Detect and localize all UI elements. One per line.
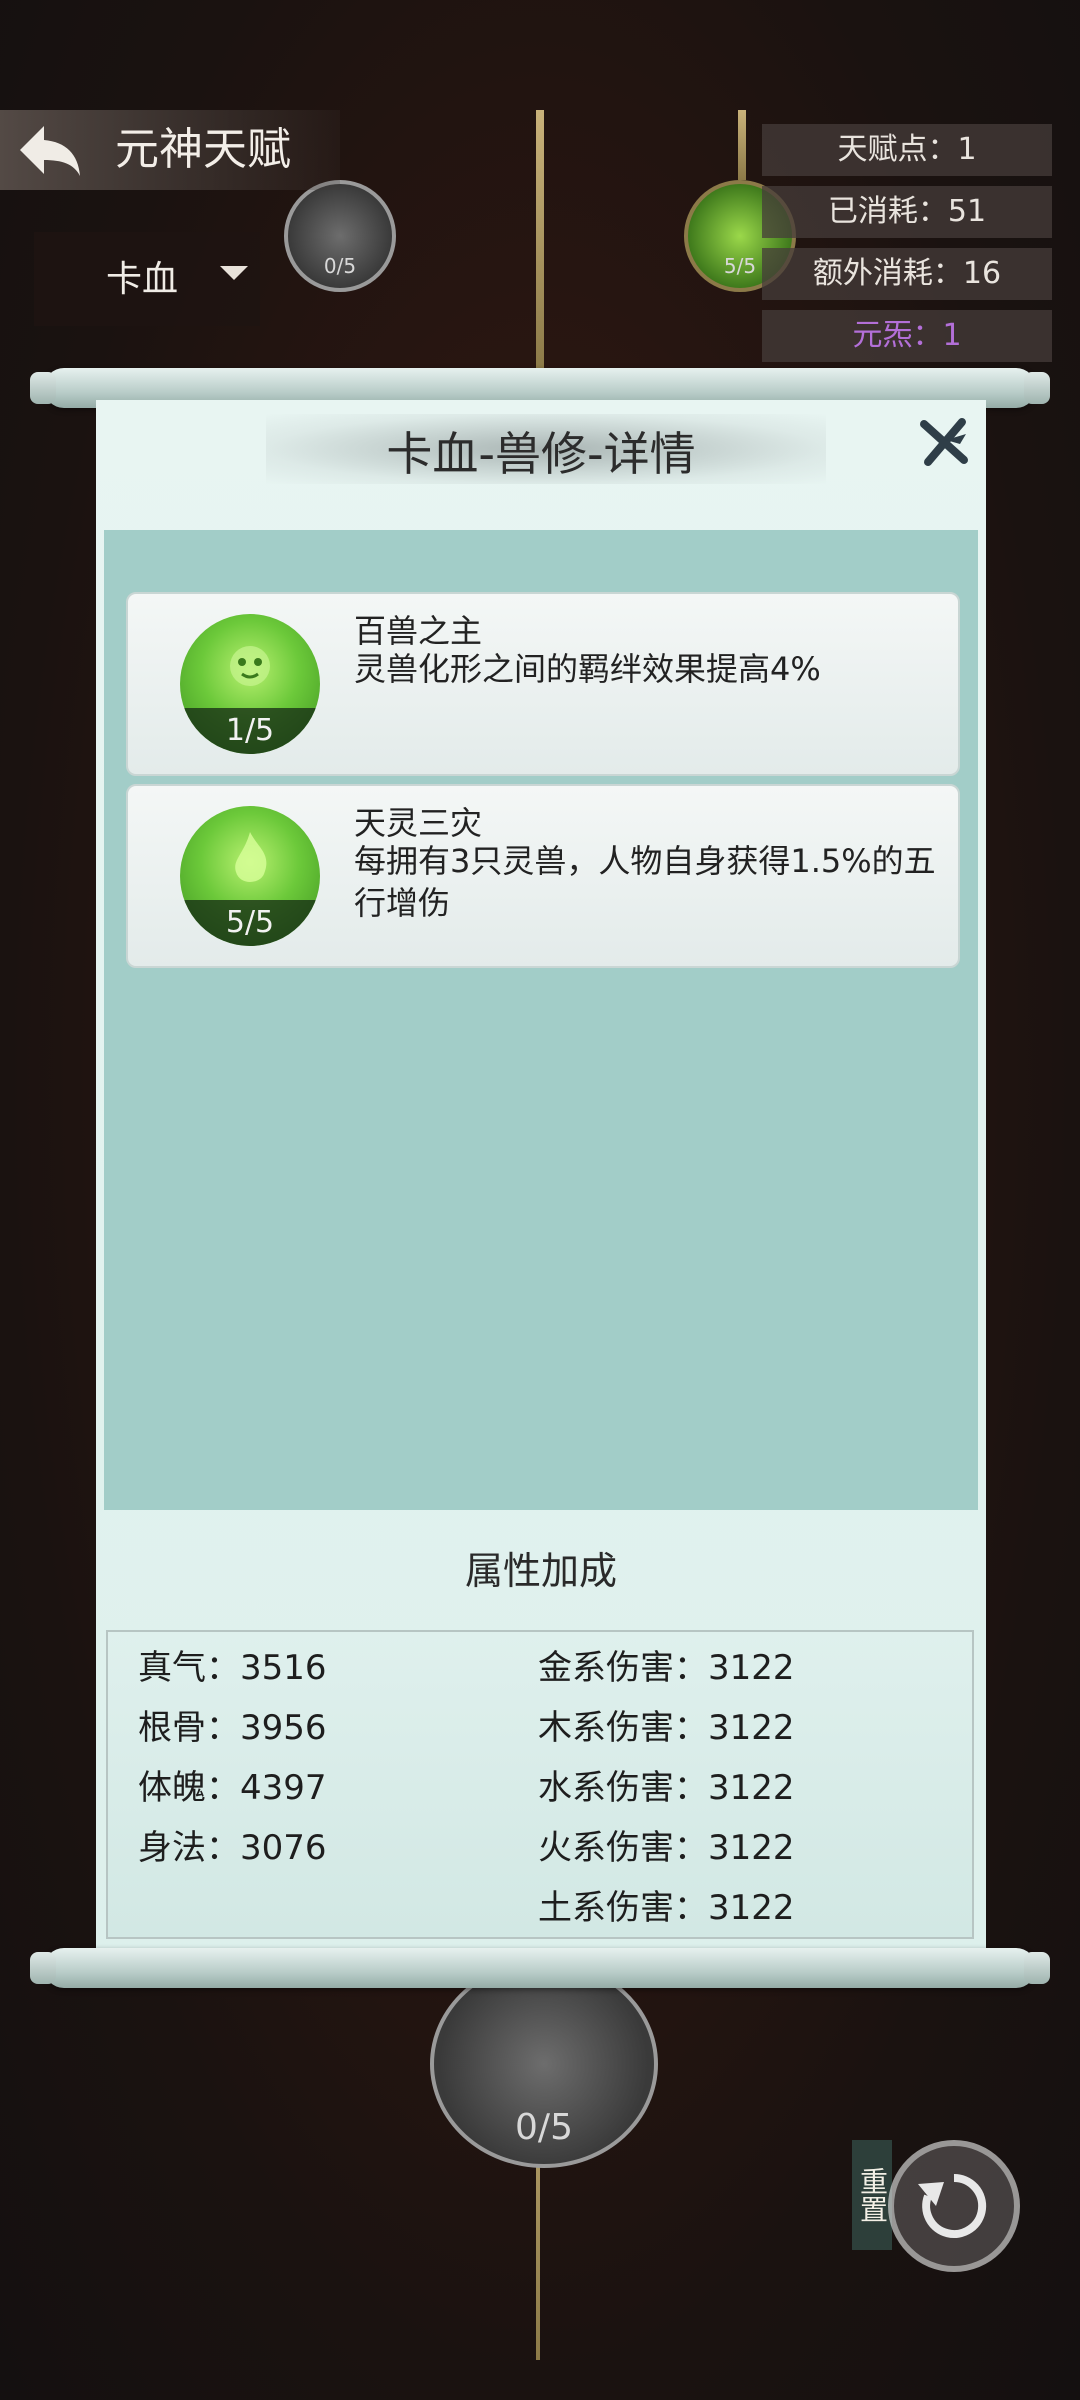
talent-node-bottom[interactable]: 0/5 (430, 1960, 658, 2168)
beast-icon: 1/5 (180, 614, 320, 754)
stat-metal-damage: 金系伤害：3122 (538, 1648, 795, 1688)
beast-glyph (230, 646, 270, 686)
stat-wood-damage: 木系伤害：3122 (538, 1708, 795, 1748)
talent-stats-panel: 天赋点：1 已消耗：51 额外消耗：16 元炁：1 (762, 124, 1052, 372)
stat-gengu: 根骨：3956 (138, 1708, 327, 1748)
talent-name: 百兽之主 (354, 612, 483, 650)
spirit-flame-icon: 5/5 (180, 806, 320, 946)
stat-fire-damage: 火系伤害：3122 (538, 1828, 795, 1868)
stat-zhenqi: 真气：3516 (138, 1648, 327, 1688)
bonus-element-damage: 金系伤害：3122 木系伤害：3122 水系伤害：3122 火系伤害：3122 … (538, 1638, 795, 1938)
reset-button[interactable] (888, 2140, 1020, 2272)
caret-down-icon (220, 266, 248, 280)
dialog-title: 卡血-兽修-详情 (386, 427, 696, 481)
extra-consumed: 额外消耗：16 (762, 248, 1052, 300)
scroll-bottom-rod (30, 1948, 1050, 1988)
back-button[interactable]: 元神天赋 (0, 110, 340, 190)
reset-label: 重置 (852, 2140, 892, 2250)
talent-description: 灵兽化形之间的羁绊效果提高4% (354, 650, 821, 688)
flame-glyph (235, 832, 267, 882)
bonus-base-stats: 真气：3516 根骨：3956 体魄：4397 身法：3076 (138, 1638, 327, 1878)
node-count: 0/5 (323, 254, 357, 278)
class-dropdown-value: 卡血 (106, 259, 179, 300)
points-consumed: 已消耗：51 (762, 186, 1052, 238)
talent-level: 5/5 (180, 900, 320, 946)
bonus-section-title: 属性加成 (464, 1549, 617, 1593)
stat-tipo: 体魄：4397 (138, 1768, 327, 1808)
reset-icon (918, 2173, 987, 2238)
tree-connector (536, 110, 544, 370)
stat-water-damage: 水系伤害：3122 (538, 1768, 795, 1808)
talent-card[interactable]: 5/5 天灵三灾 每拥有3只灵兽，人物自身获得1.5%的五行增伤 (126, 784, 960, 968)
talent-level: 1/5 (180, 708, 320, 754)
talent-card[interactable]: 1/5 百兽之主 灵兽化形之间的羁绊效果提高4% (126, 592, 960, 776)
talent-list: 1/5 百兽之主 灵兽化形之间的羁绊效果提高4% 5/5 天灵三灾 每拥有3只灵… (104, 530, 978, 1510)
talent-description: 每拥有3只灵兽，人物自身获得1.5%的五行增伤 (354, 842, 936, 922)
tree-connector (738, 110, 746, 180)
page-title: 元神天赋 (115, 124, 291, 175)
attribute-bonus-panel: 真气：3516 根骨：3956 体魄：4397 身法：3076 金系伤害：312… (106, 1630, 974, 1939)
yuanqi-count: 元炁：1 (762, 310, 1052, 362)
talent-name: 天灵三灾 (354, 804, 483, 842)
node-count: 0/5 (515, 2107, 573, 2148)
class-dropdown[interactable]: 卡血 (34, 232, 260, 326)
back-arrow-icon (20, 126, 80, 176)
talent-points: 天赋点：1 (762, 124, 1052, 176)
close-icon[interactable] (916, 414, 972, 470)
stat-earth-damage: 土系伤害：3122 (538, 1888, 795, 1928)
stat-shenfa: 身法：3076 (138, 1828, 327, 1868)
talent-node-locked[interactable]: 0/5 (284, 180, 396, 292)
talent-detail-dialog: 卡血-兽修-详情 1/5 百兽之主 灵兽化形之间的羁绊效果提高4% 5/5 天灵… (96, 400, 986, 1948)
